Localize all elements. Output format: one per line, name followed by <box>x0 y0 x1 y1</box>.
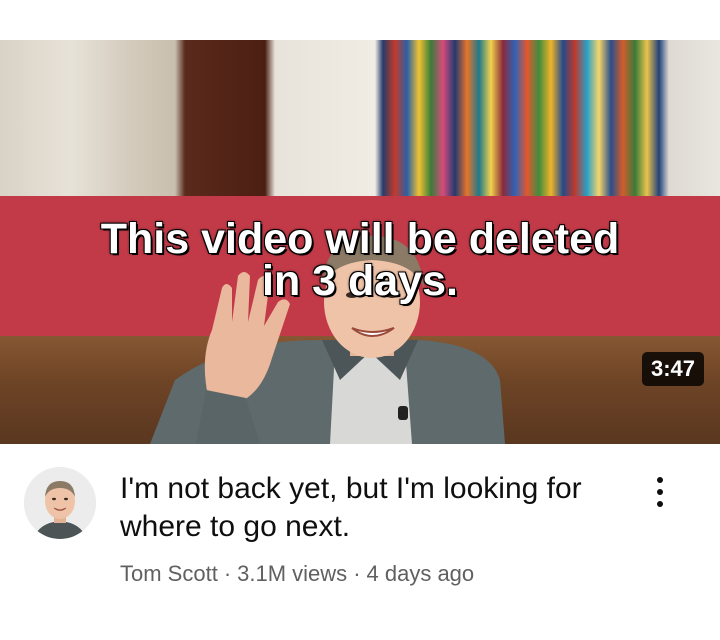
published-date: 4 days ago <box>366 561 475 586</box>
video-thumbnail[interactable]: This video will be deleted in 3 days. <box>0 40 720 444</box>
channel-avatar[interactable] <box>24 467 96 539</box>
top-spacer <box>0 0 720 40</box>
video-title[interactable]: I'm not back yet, but I'm looking for wh… <box>120 470 620 546</box>
meta-separator: · <box>223 561 232 586</box>
thumbnail-caption-line2: in 3 days. <box>262 257 458 305</box>
more-vert-icon <box>657 477 663 507</box>
thumbnail-caption-line1: This video will be deleted <box>100 215 620 263</box>
thumbnail-caption: This video will be deleted in 3 days. <box>0 215 720 305</box>
more-options-button[interactable] <box>640 468 680 516</box>
view-count: 3.1M views <box>237 561 348 586</box>
video-metadata: Tom Scott · 3.1M views · 4 days ago <box>120 560 620 588</box>
channel-name[interactable]: Tom Scott <box>120 561 218 586</box>
meta-separator: · <box>353 561 361 586</box>
avatar-image <box>24 467 96 539</box>
duration-badge: 3:47 <box>641 352 704 386</box>
